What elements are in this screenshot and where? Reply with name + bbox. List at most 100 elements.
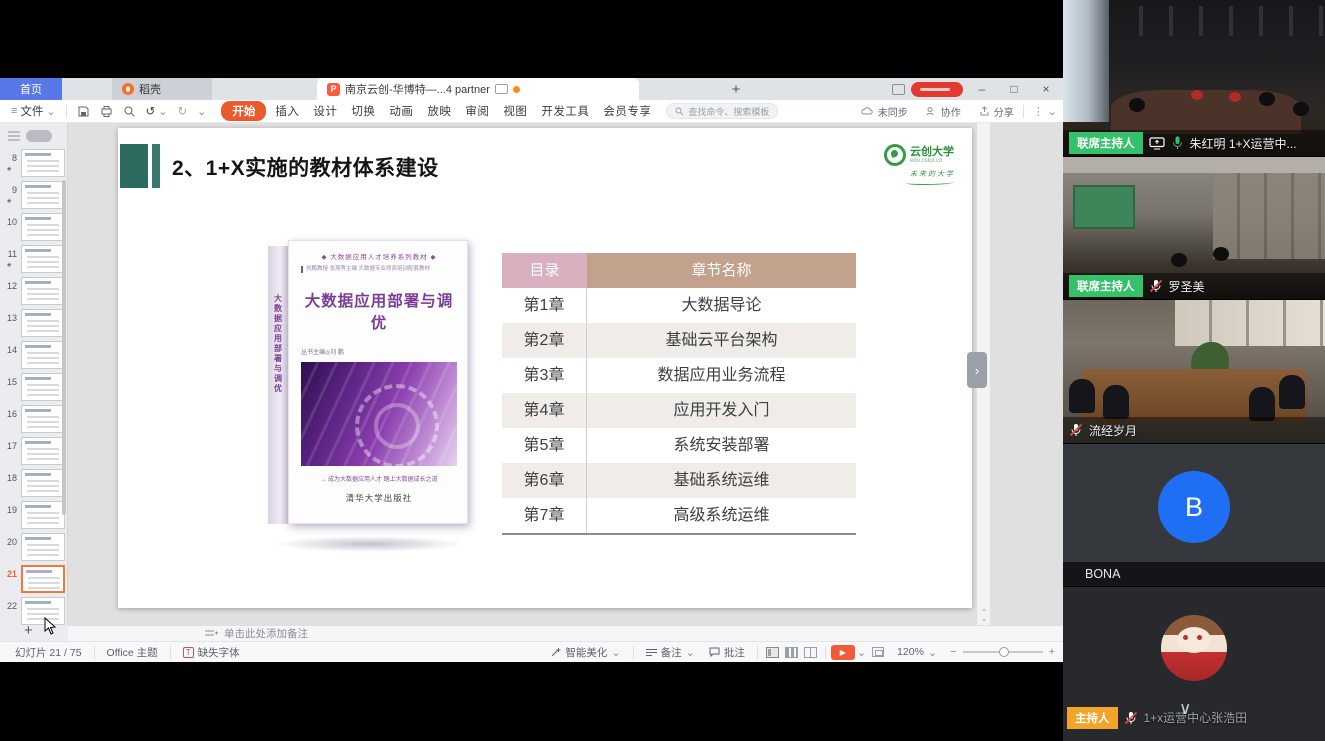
current-slide[interactable]: 2、1+X实施的教材体系建设 云创大学 edu.cstor.cn 未来的大学 [118,128,972,608]
table-row: 第5章系统安装部署 [502,428,856,463]
thumbnail-slide-15[interactable]: 15 [0,372,67,404]
file-menu[interactable]: ≡ 文件 ⌄ [6,103,61,119]
print-preview-button[interactable] [118,105,141,118]
green-display [1073,185,1135,229]
ribbon-tab-transitions[interactable]: 切换 [344,103,382,119]
maximize-button[interactable]: □ [1001,78,1027,100]
panel-toggle[interactable] [26,130,52,142]
ribbon-tab-home[interactable]: 开始 [221,101,266,121]
share-button[interactable]: 分享 [994,104,1014,119]
missing-font-warning[interactable]: T 缺失字体 [176,645,247,660]
new-tab-button[interactable]: + [723,78,749,100]
chevron-down-icon: ⌄ [46,105,55,118]
app-mode-icon[interactable] [892,84,905,95]
command-search-input[interactable]: 查找命令、搜索模板 [666,103,778,119]
normal-view-button[interactable] [766,647,779,658]
save-button[interactable] [72,105,95,118]
fit-slide-button[interactable] [872,647,884,657]
notes-toggle-button[interactable]: 备注 ⌄ [639,645,702,660]
tab-docer[interactable]: 稻壳 [112,78,212,100]
thumbnail-slide-20[interactable]: 20 [0,532,67,564]
video-tile-bona[interactable]: B BONA [1063,444,1325,586]
room-window [1175,300,1325,346]
presentation-file-icon: P [327,83,340,96]
thumbnail-slide-17[interactable]: 17 [0,436,67,468]
notes-icon [205,629,218,639]
thumbnail-slide-10[interactable]: 10 [0,212,67,244]
tab-home[interactable]: 首页 [0,78,62,100]
ribbon-tab-devtools[interactable]: 开发工具 [534,103,596,119]
participant-label: 流经岁月 [1063,417,1325,443]
mic-muted-icon [1149,279,1163,293]
video-tile-zhuhongming[interactable]: 联席主持人 朱红明 1+X运营中... [1063,0,1325,156]
redo-button[interactable]: ↻ [173,104,193,118]
outline-view-icon[interactable] [8,131,20,141]
thumbnail-slide-9[interactable]: 9★ [0,180,67,212]
col-header-chapter-name: 章节名称 [587,253,856,288]
thumbnail-slide-18[interactable]: 18 [0,468,67,500]
participant-name: 罗圣美 [1169,278,1205,295]
animation-star-icon: ★ [6,197,12,205]
reading-view-button[interactable] [804,647,817,658]
cloud-sync-icon [495,84,508,94]
slideshow-play-button[interactable]: ▶ [831,645,855,660]
slide-sorter-view-button[interactable] [785,647,798,658]
screen-share-icon [1149,137,1165,150]
quickbar-more-button[interactable]: ⌄ [192,105,211,118]
vertical-scrollbar[interactable]: › ⌃ ⌄ [976,123,990,625]
thumbnail-slide-21-current[interactable]: 21 [0,564,67,596]
sync-status[interactable]: 未同步 [878,104,908,119]
chevron-down-icon: ⌄ [928,646,937,659]
thumbnail-slide-19[interactable]: 19 [0,500,67,532]
video-tile-zhanghaotian[interactable]: 主持人 1+x运营中心张浩田 ∨ [1063,587,1325,741]
video-tile-liujingsuiyue[interactable]: 流经岁月 [1063,300,1325,443]
slide-title: 2、1+X实施的教材体系建设 [172,152,439,182]
ribbon-tab-slideshow[interactable]: 放映 [420,103,458,119]
participant-label: 联席主持人 罗圣美 [1063,273,1325,299]
slide-thumbnail-panel: 8★ 9★ 10 11★ 12 13 14 15 16 17 18 19 20 … [0,123,68,625]
theme-name[interactable]: Office 主题 [100,645,165,660]
zoom-slider-knob[interactable] [999,647,1009,657]
title-accent-block [120,144,148,188]
thumbnail-slide-14[interactable]: 14 [0,340,67,372]
undo-button[interactable]: ↺⌄ [141,104,173,118]
ai-beautify-button[interactable]: 智能美化 ⌄ [543,645,627,660]
ribbon-tab-insert[interactable]: 插入 [268,103,306,119]
collapse-videos-icon[interactable]: ∨ [1179,699,1191,719]
zoom-out-button[interactable]: − [950,646,956,658]
table-row: 第1章大数据导论 [502,288,856,323]
video-tile-luoshengmei[interactable]: 联席主持人 罗圣美 [1063,157,1325,299]
thumbnail-scrollbar[interactable] [62,180,66,515]
scroll-down-icon[interactable]: ⌄ [977,616,991,623]
ribbon-tab-member[interactable]: 会员专享 [596,103,658,119]
collaborate-button[interactable]: 协作 [941,104,961,119]
thumbnail-slide-11[interactable]: 11★ [0,244,67,276]
minimize-button[interactable]: – [969,78,995,100]
play-options-chevron-icon[interactable]: ⌄ [857,646,866,659]
expand-panel-button[interactable]: › [967,352,987,388]
unsaved-dot-icon [513,86,520,93]
ribbon-tab-review[interactable]: 审阅 [458,103,496,119]
scroll-up-icon[interactable]: ⌃ [977,609,991,616]
notes-input[interactable]: 单击此处添加备注 [68,625,1063,641]
ribbon-tab-view[interactable]: 视图 [496,103,534,119]
close-button[interactable]: × [1033,78,1059,100]
more-options-button[interactable]: ⋮ [1033,105,1044,118]
ribbon-tab-design[interactable]: 设计 [306,103,344,119]
thumbnail-slide-12[interactable]: 12 [0,276,67,308]
collapse-ribbon-button[interactable]: ⌄ [1048,105,1057,118]
zoom-in-button[interactable]: + [1049,646,1055,658]
add-slide-button[interactable]: + [24,622,33,639]
print-button[interactable] [95,105,118,118]
comments-button[interactable]: 批注 [702,645,752,660]
missing-font-icon: T [183,647,194,658]
thumbnail-slide-13[interactable]: 13 [0,308,67,340]
promo-button[interactable] [911,82,963,97]
ribbon-tab-animations[interactable]: 动画 [382,103,420,119]
zoom-slider-track[interactable] [963,651,1043,653]
thumbnail-slide-8[interactable]: 8★ [0,148,67,180]
glass-wall [1213,173,1325,259]
thumbnail-slide-16[interactable]: 16 [0,404,67,436]
tab-active-document[interactable]: P 南京云创-华博特—...4 partner [317,78,639,100]
zoom-level[interactable]: 120% ⌄ [890,646,944,659]
